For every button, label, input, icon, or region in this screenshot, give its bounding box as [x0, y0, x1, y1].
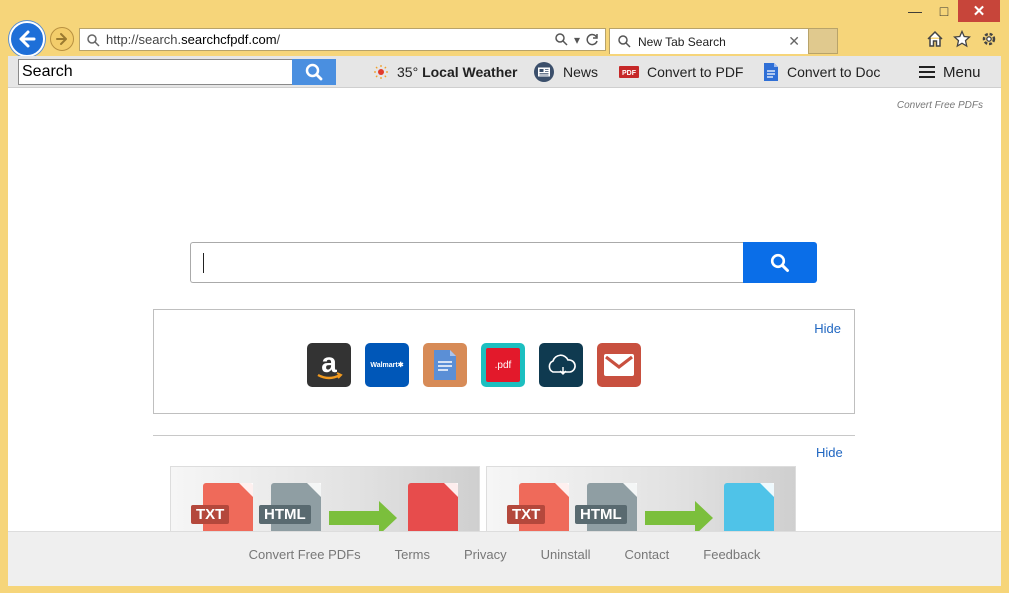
doc-file-icon: [764, 63, 778, 81]
page-footer: Convert Free PDFs Terms Privacy Uninstal…: [8, 531, 1001, 586]
mail-icon: [604, 354, 634, 376]
menu-button[interactable]: Menu: [919, 56, 981, 88]
forward-button[interactable]: [50, 27, 74, 51]
browser-right-icons: [926, 28, 998, 50]
hide-promo-link[interactable]: Hide: [816, 445, 843, 460]
walmart-tile[interactable]: Walmart✱: [365, 343, 409, 387]
html-file-icon: HTML: [575, 483, 637, 531]
toolbar-search-input[interactable]: [18, 59, 293, 85]
walmart-logo-text: Walmart✱: [370, 362, 404, 369]
refresh-icon[interactable]: [586, 33, 599, 46]
close-window-button[interactable]: ✕: [958, 0, 1000, 22]
footer-links: Convert Free PDFs Terms Privacy Uninstal…: [8, 547, 1001, 562]
home-icon[interactable]: [926, 30, 944, 48]
footer-link-feedback[interactable]: Feedback: [703, 547, 760, 562]
mail-tile[interactable]: [597, 343, 641, 387]
extension-toolbar: 35° Local Weather News PDF Convert to PD…: [8, 56, 1001, 88]
local-weather-link[interactable]: 35° Local Weather: [373, 56, 518, 88]
quick-links-tiles: a Walmart✱ .pdf: [307, 343, 641, 387]
search-icon: [618, 35, 631, 48]
pdf-file-icon: [408, 483, 458, 531]
arrow-left-icon: [19, 30, 36, 48]
search-icon: [770, 253, 789, 272]
convert-arrow-icon: [645, 501, 713, 531]
hide-quick-links-link[interactable]: Hide: [814, 321, 841, 336]
address-bar[interactable]: http://search.searchcfpdf.com/ ▾: [79, 28, 606, 51]
pdf-tile[interactable]: .pdf: [481, 343, 525, 387]
search-icon[interactable]: [555, 33, 568, 46]
footer-link-contact[interactable]: Contact: [624, 547, 669, 562]
convert-to-doc-link[interactable]: Convert to Doc: [763, 56, 880, 88]
arrow-right-icon: [56, 33, 67, 45]
svg-text:a: a: [321, 347, 337, 378]
convert-arrow-icon: [329, 501, 397, 531]
main-search-button[interactable]: [743, 242, 817, 283]
quick-links-panel: Hide a Walmart✱ .pdf: [153, 309, 855, 414]
convert-to-pdf-label: Convert to PDF: [647, 64, 744, 80]
page-content: Convert Free PDFs Hide a Walmart✱ .pdf H…: [8, 88, 1001, 531]
menu-label: Menu: [943, 63, 981, 81]
url-text[interactable]: http://search.searchcfpdf.com/: [106, 32, 555, 47]
weather-label: Local Weather: [422, 64, 518, 80]
text-cursor: [203, 253, 204, 273]
main-search-input[interactable]: [190, 242, 745, 283]
minimize-button[interactable]: —: [900, 0, 930, 22]
amazon-logo-icon: a: [317, 347, 343, 380]
convert-to-pdf-link[interactable]: PDF Convert to PDF: [619, 56, 743, 88]
back-button[interactable]: [9, 21, 45, 57]
news-link[interactable]: News: [533, 56, 598, 88]
favorites-star-icon[interactable]: [953, 30, 971, 48]
close-tab-icon[interactable]: ✕: [788, 33, 800, 50]
maximize-button[interactable]: □: [930, 0, 958, 22]
amazon-tile[interactable]: a: [307, 343, 351, 387]
promo-banner-txt-html-to-pdf[interactable]: TXT HTML: [170, 466, 480, 531]
pdf-file-icon: PDF: [619, 66, 639, 78]
footer-link-convert-free-pdfs[interactable]: Convert Free PDFs: [249, 547, 361, 562]
txt-file-icon: TXT: [507, 483, 569, 531]
chevron-down-icon[interactable]: ▾: [574, 33, 580, 47]
document-icon: [434, 350, 456, 380]
pdf-file-icon: .pdf: [486, 348, 520, 382]
new-tab-button[interactable]: [809, 28, 838, 54]
cloud-icon: [548, 354, 576, 375]
pdf-tile-label: .pdf: [494, 359, 512, 371]
browser-chrome: — □ ✕ http://search.searchcfpdf.com/ ▾ N…: [0, 0, 1009, 57]
brand-logo-text[interactable]: Convert Free PDFs: [897, 100, 983, 111]
toolbar-search-button[interactable]: [292, 59, 336, 85]
doc-file-icon: [724, 483, 774, 531]
section-divider: [153, 435, 855, 436]
news-icon: [534, 62, 554, 82]
footer-link-uninstall[interactable]: Uninstall: [541, 547, 591, 562]
hamburger-menu-icon: [919, 66, 935, 78]
footer-link-terms[interactable]: Terms: [395, 547, 430, 562]
tab-new-tab-search[interactable]: New Tab Search ✕: [609, 28, 809, 54]
gear-icon[interactable]: [980, 30, 998, 48]
convert-to-doc-label: Convert to Doc: [787, 64, 881, 80]
search-icon: [305, 63, 323, 81]
txt-file-icon: TXT: [191, 483, 253, 531]
html-file-icon: HTML: [259, 483, 321, 531]
docs-tile[interactable]: [423, 343, 467, 387]
weather-temperature: 35°: [397, 64, 419, 80]
sun-icon: [374, 65, 388, 79]
svg-text:PDF: PDF: [622, 70, 637, 77]
tab-title: New Tab Search: [638, 34, 726, 49]
promo-banner-txt-html-to-doc[interactable]: TXT HTML: [486, 466, 796, 531]
footer-link-privacy[interactable]: Privacy: [464, 547, 507, 562]
cloud-tile[interactable]: [539, 343, 583, 387]
page-icon: [87, 33, 100, 47]
news-label: News: [563, 64, 599, 80]
